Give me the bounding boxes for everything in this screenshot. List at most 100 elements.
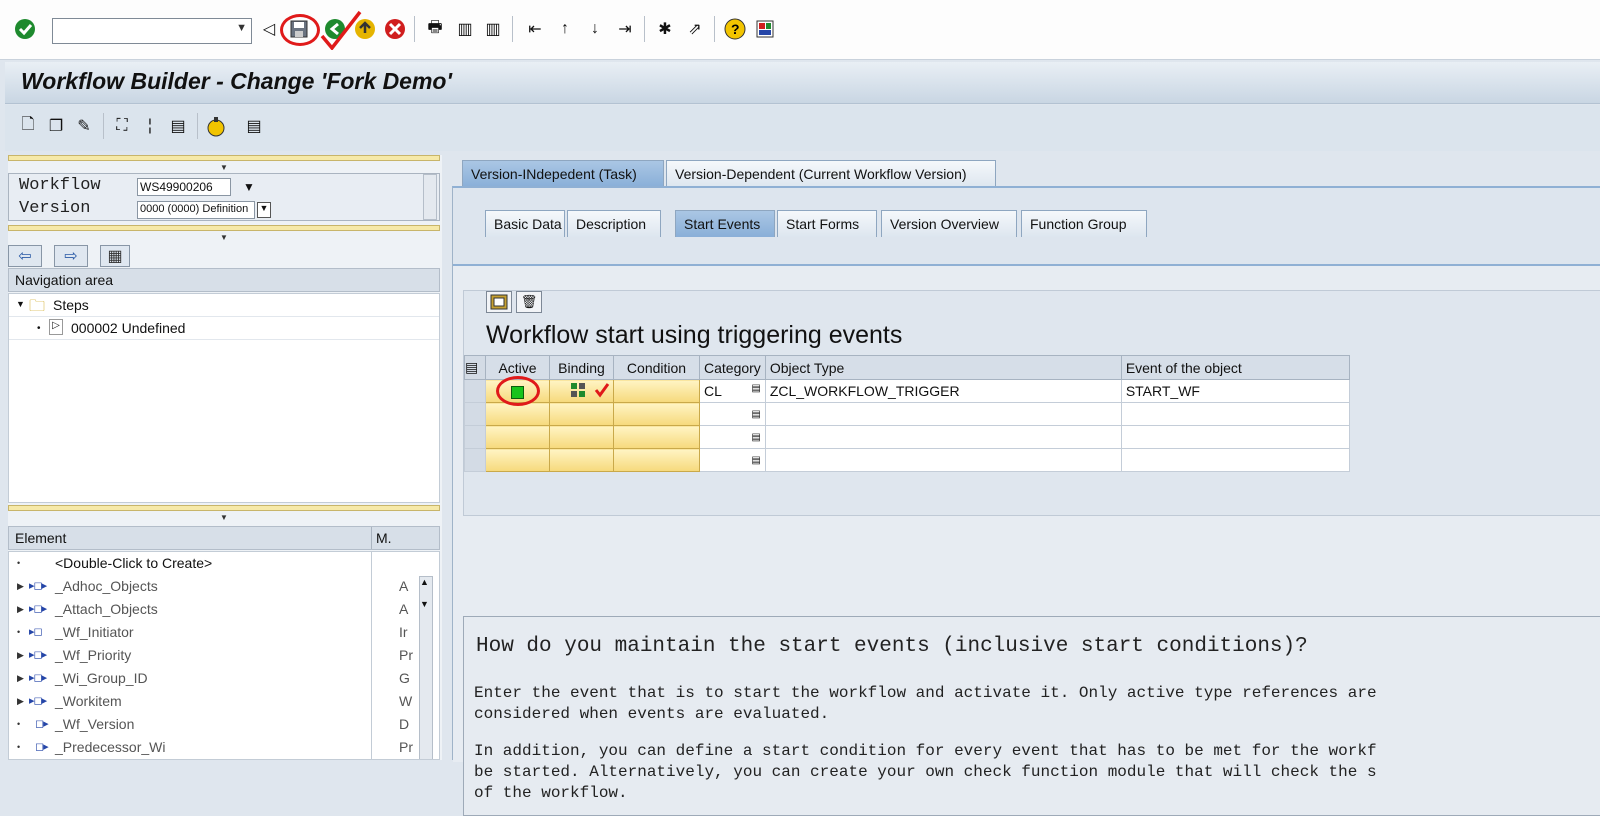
print-icon[interactable]: 🖶 xyxy=(424,18,446,40)
binding-cell[interactable] xyxy=(549,448,614,472)
scroll-down-icon[interactable]: ▼ xyxy=(420,599,429,609)
scroll-up-icon[interactable]: ▲ xyxy=(420,577,429,587)
tree-view-icon[interactable]: ▦ xyxy=(100,245,130,267)
last-page-icon[interactable]: ⇥ xyxy=(614,18,636,40)
find-next-icon[interactable]: ▥ xyxy=(482,18,504,40)
new-document-icon[interactable]: 🗋 xyxy=(17,115,39,137)
select-all-icon[interactable]: ▤ xyxy=(464,355,486,380)
active-cell[interactable] xyxy=(485,425,550,449)
value-help-icon[interactable]: ▤ xyxy=(751,432,760,443)
expand-icon[interactable]: ▶ xyxy=(17,604,24,615)
expand-icon[interactable]: ▶ xyxy=(17,650,24,661)
value-help-icon[interactable]: ▤ xyxy=(751,455,760,466)
list-item[interactable]: ▶ ▸◻▸ _Wf_Priority Pr xyxy=(9,644,423,667)
list-item[interactable]: ▶ ▸◻▸ _Workitem W xyxy=(9,690,423,713)
column-header-category[interactable]: Category xyxy=(699,355,766,380)
row-selector[interactable] xyxy=(464,402,486,426)
value-help-icon[interactable]: ▤ xyxy=(751,383,760,394)
table-icon[interactable]: ▤ xyxy=(167,115,189,137)
structure-icon[interactable]: ⛶ xyxy=(111,115,133,137)
collapse-arrow-icon[interactable]: ▼ xyxy=(220,163,228,172)
category-cell[interactable]: ▤ xyxy=(699,402,766,426)
detail-icon[interactable] xyxy=(486,291,512,313)
scrollbar[interactable] xyxy=(423,174,437,220)
help-icon[interactable]: ? xyxy=(724,18,746,40)
list-item[interactable]: • ▸◻ _Wf_Initiator Ir xyxy=(9,621,423,644)
workflow-field[interactable]: WS49900206 xyxy=(137,178,231,196)
active-cell[interactable] xyxy=(485,376,550,406)
value-help-icon[interactable]: ▤ xyxy=(751,409,760,420)
splitter-bar[interactable] xyxy=(8,225,440,231)
test-icon[interactable] xyxy=(205,115,227,137)
expand-icon[interactable]: ▶ xyxy=(17,581,24,592)
condition-cell[interactable] xyxy=(613,379,700,403)
enter-icon[interactable] xyxy=(14,18,36,40)
column-header-element[interactable]: Element xyxy=(15,530,66,546)
row-selector[interactable] xyxy=(464,379,486,403)
condition-cell[interactable] xyxy=(613,402,700,426)
list-item[interactable]: • <Double-Click to Create> xyxy=(9,552,423,575)
event-cell[interactable] xyxy=(1120,448,1350,472)
column-header-event[interactable]: Event of the object xyxy=(1120,355,1350,380)
object-type-cell[interactable] xyxy=(764,425,1122,449)
binding-grid-icon[interactable] xyxy=(570,382,594,400)
list-item[interactable]: ▶ ▸◻▸ _Attach_Objects A xyxy=(9,598,423,621)
row-selector[interactable] xyxy=(464,448,486,472)
category-cell[interactable]: ▤ xyxy=(699,425,766,449)
splitter-bar[interactable] xyxy=(8,155,440,161)
tree-node-steps[interactable]: ▼ 🗀 Steps xyxy=(9,294,439,317)
arrow-right-icon[interactable]: ⇨ xyxy=(54,245,88,267)
new-session-icon[interactable]: ✱ xyxy=(654,18,676,40)
cancel-icon[interactable] xyxy=(384,18,406,40)
tab-version-overview[interactable]: Version Overview xyxy=(881,210,1017,237)
prev-page-icon[interactable]: ↑ xyxy=(554,18,576,40)
object-type-cell[interactable]: ZCL_WORKFLOW_TRIGGER xyxy=(764,379,1122,403)
binding-cell[interactable] xyxy=(549,425,614,449)
column-header-condition[interactable]: Condition xyxy=(613,355,700,380)
condition-cell[interactable] xyxy=(613,448,700,472)
arrow-left-icon[interactable]: ⇦ xyxy=(8,245,42,267)
chevron-down-icon[interactable]: ▼ xyxy=(243,180,255,194)
shortcut-icon[interactable]: ⇗ xyxy=(684,18,706,40)
active-cell[interactable] xyxy=(485,448,550,472)
splitter-bar[interactable] xyxy=(8,505,440,511)
collapse-arrow-icon[interactable]: ▼ xyxy=(220,233,228,242)
expand-icon[interactable]: ▶ xyxy=(17,673,24,684)
binding-cell[interactable] xyxy=(549,402,614,426)
tab-start-events[interactable]: Start Events xyxy=(675,210,775,237)
copy-icon[interactable]: ❐ xyxy=(45,115,67,137)
column-header-object-type[interactable]: Object Type xyxy=(764,355,1122,380)
tab-function-group[interactable]: Function Group xyxy=(1021,210,1147,237)
expand-icon[interactable]: ▶ xyxy=(17,696,24,707)
row-selector[interactable] xyxy=(464,425,486,449)
list-item[interactable]: • ◻▸ _Predecessor_Wi Pr xyxy=(9,736,423,759)
event-cell[interactable] xyxy=(1120,402,1350,426)
object-type-cell[interactable] xyxy=(764,402,1122,426)
marker-icon[interactable]: ¦ xyxy=(139,115,161,137)
list-item[interactable]: ▶ ▸◻▸ _Adhoc_Objects A xyxy=(9,575,423,598)
event-cell[interactable] xyxy=(1120,425,1350,449)
layout-icon[interactable] xyxy=(754,18,776,40)
version-select[interactable]: 0000 (0000) Definition xyxy=(137,201,255,219)
tree-expand-icon[interactable]: ▼ xyxy=(16,299,25,309)
tab-version-dependent[interactable]: Version-Dependent (Current Workflow Vers… xyxy=(666,160,996,187)
tree-node-step[interactable]: • ▷ 000002 Undefined xyxy=(9,317,439,340)
find-icon[interactable]: ▥ xyxy=(454,18,476,40)
collapse-arrow-icon[interactable]: ▼ xyxy=(220,513,228,522)
object-type-cell[interactable] xyxy=(764,448,1122,472)
chevron-down-icon[interactable]: ▼ xyxy=(257,202,271,218)
category-cell[interactable]: CL ▤ xyxy=(699,379,766,403)
condition-cell[interactable] xyxy=(613,425,700,449)
event-cell[interactable]: START_WF xyxy=(1120,379,1350,403)
category-cell[interactable]: ▤ xyxy=(699,448,766,472)
list-icon[interactable]: ▤ xyxy=(243,115,265,137)
binding-cell[interactable] xyxy=(549,379,614,403)
list-item[interactable]: • ◻▸ _Wf_Version D xyxy=(9,713,423,736)
column-header-m[interactable]: M. xyxy=(371,527,396,549)
next-page-icon[interactable]: ↓ xyxy=(584,18,606,40)
delete-icon[interactable]: 🗑 xyxy=(516,291,542,313)
list-item[interactable]: ▶ ▸◻▸ _Wi_Group_ID G xyxy=(9,667,423,690)
command-field[interactable]: ▼ xyxy=(52,18,252,44)
chevron-down-icon[interactable]: ▼ xyxy=(236,22,247,34)
tab-start-forms[interactable]: Start Forms xyxy=(777,210,877,237)
